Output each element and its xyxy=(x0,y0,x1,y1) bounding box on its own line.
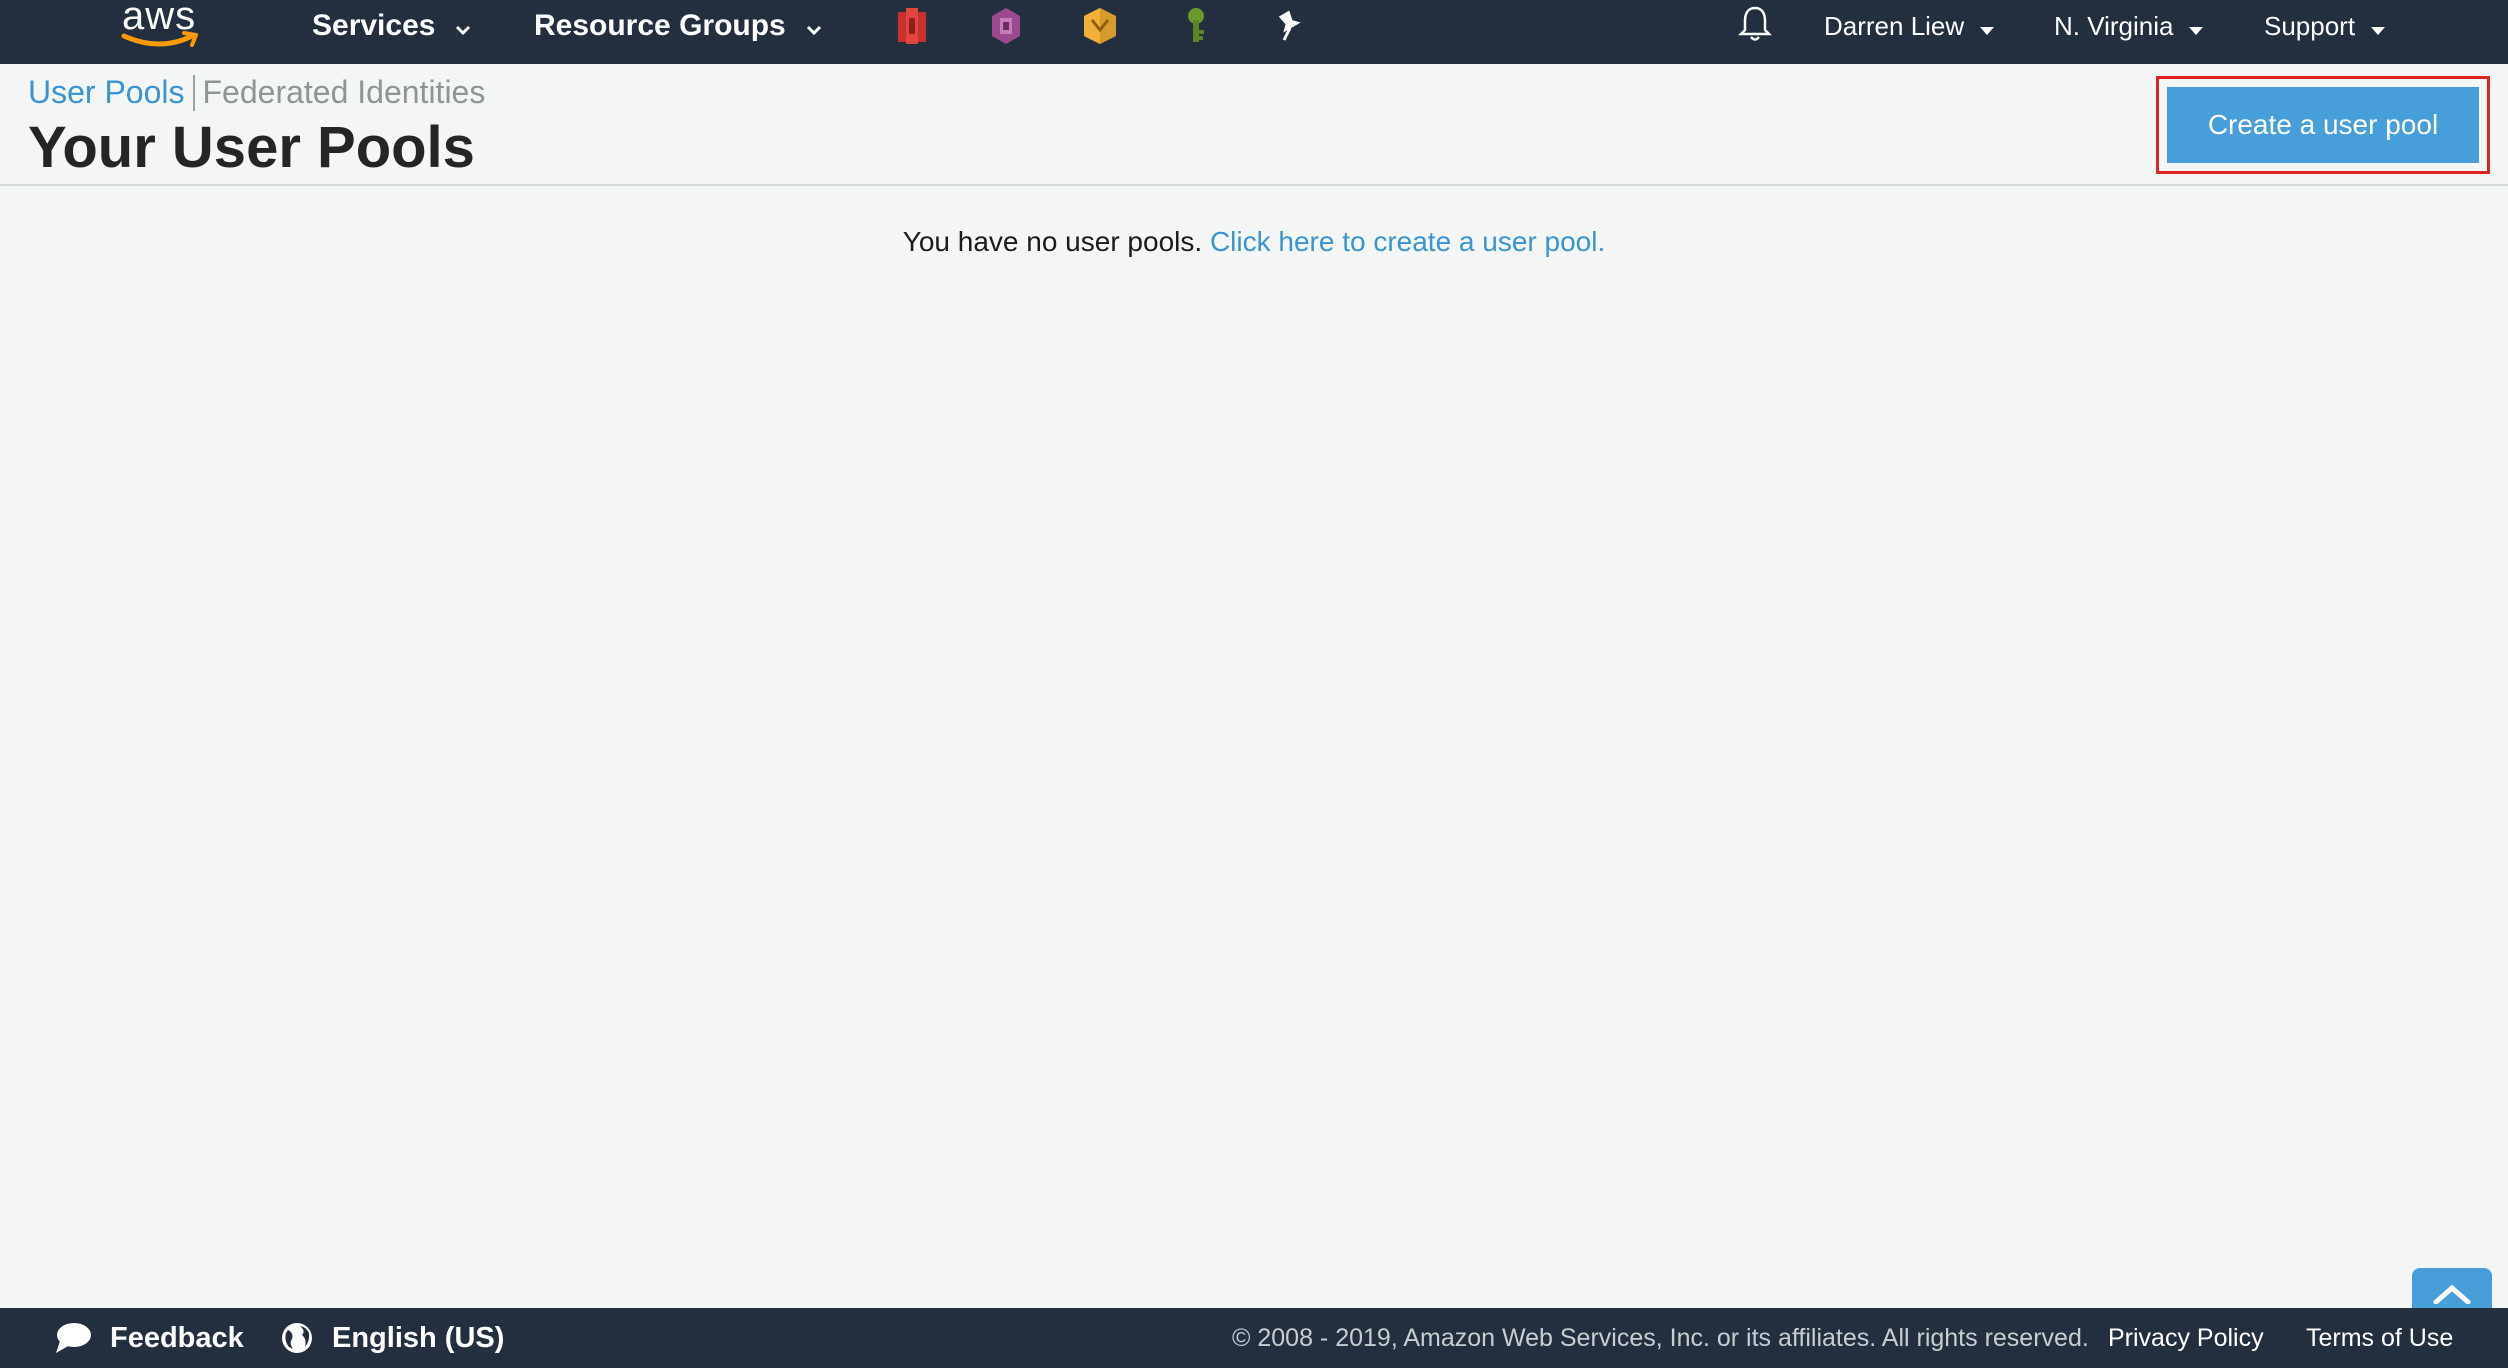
page-header: User Pools Federated Identities Your Use… xyxy=(0,64,2508,186)
chevron-down-icon xyxy=(806,9,822,43)
tab-federated-identities[interactable]: Federated Identities xyxy=(203,74,486,111)
resource-groups-label: Resource Groups xyxy=(534,9,786,42)
chevron-up-icon xyxy=(2433,1284,2471,1304)
privacy-policy-link[interactable]: Privacy Policy xyxy=(2108,1308,2264,1368)
language-label: English (US) xyxy=(332,1321,505,1354)
pool-type-tabs: User Pools Federated Identities xyxy=(28,74,485,111)
region-name: N. Virginia xyxy=(2054,10,2174,41)
feedback-button[interactable]: Feedback xyxy=(54,1308,244,1368)
resource-groups-menu[interactable]: Resource Groups xyxy=(534,0,822,52)
footer-bar: Feedback English (US) © 2008 - 2019, Ama… xyxy=(0,1308,2508,1368)
services-menu[interactable]: Services xyxy=(312,0,471,52)
bell-icon xyxy=(1737,4,1773,49)
aws-smile-icon xyxy=(121,31,198,47)
cloudformation-icon[interactable] xyxy=(894,6,930,46)
account-menu[interactable]: Darren Liew xyxy=(1824,0,1995,52)
tab-divider xyxy=(192,74,195,111)
support-label: Support xyxy=(2264,10,2356,41)
account-name: Darren Liew xyxy=(1824,10,1965,41)
caret-down-icon xyxy=(2371,11,2386,42)
language-selector[interactable]: English (US) xyxy=(280,1308,504,1368)
create-user-pool-link[interactable]: Click here to create a user pool. xyxy=(1210,226,1605,257)
page-title: Your User Pools xyxy=(28,115,475,180)
cognito-icon[interactable] xyxy=(988,6,1024,46)
caret-down-icon xyxy=(1980,11,1995,42)
pin-icon[interactable] xyxy=(1272,6,1308,46)
copyright-text: © 2008 - 2019, Amazon Web Services, Inc.… xyxy=(1232,1323,2089,1352)
empty-state-message: You have no user pools. Click here to cr… xyxy=(0,226,2508,258)
notifications-bell[interactable] xyxy=(1737,0,1773,52)
services-label: Services xyxy=(312,9,436,42)
globe-icon xyxy=(282,1323,312,1353)
region-menu[interactable]: N. Virginia xyxy=(2054,0,2204,52)
top-navigation-bar: aws Services Resource Groups Darren Liew… xyxy=(0,0,2508,64)
create-user-pool-button[interactable]: Create a user pool xyxy=(2167,87,2479,163)
amplify-icon[interactable] xyxy=(1082,6,1118,46)
create-button-highlight: Create a user pool xyxy=(2156,76,2490,174)
speech-bubble-icon xyxy=(56,1323,91,1353)
iam-key-icon[interactable] xyxy=(1178,6,1214,46)
terms-of-use-link[interactable]: Terms of Use xyxy=(2306,1308,2453,1368)
tab-user-pools[interactable]: User Pools xyxy=(28,74,185,111)
scroll-to-top-button[interactable] xyxy=(2412,1268,2492,1308)
chevron-down-icon xyxy=(455,9,471,43)
caret-down-icon xyxy=(2189,11,2204,42)
feedback-label: Feedback xyxy=(110,1321,244,1354)
aws-logo[interactable]: aws xyxy=(118,0,208,56)
support-menu[interactable]: Support xyxy=(2264,0,2386,52)
empty-state-text: You have no user pools. xyxy=(902,226,1203,257)
